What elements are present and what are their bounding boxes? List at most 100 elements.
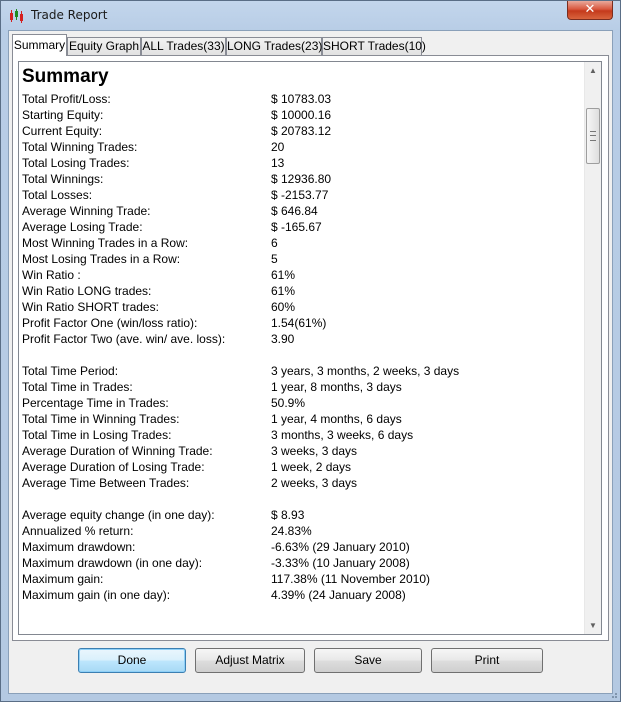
vertical-scrollbar[interactable]: ▲ ▼ (584, 62, 601, 634)
save-button[interactable]: Save (314, 648, 422, 673)
candlestick-chart-icon (10, 9, 23, 23)
summary-label: Win Ratio SHORT trades: (22, 300, 159, 314)
summary-label: Maximum drawdown: (22, 540, 136, 554)
scrollbar-thumb[interactable] (586, 108, 600, 164)
summary-value: $ 12936.80 (271, 172, 332, 186)
summary-row: Total Profit/Loss: $ 10783.03 (22, 91, 582, 107)
summary-row: Most Winning Trades in a Row: 6 (22, 235, 582, 251)
summary-value: 4.39% (24 January 2008) (271, 588, 406, 602)
summary-row: Annualized % return: 24.83% (22, 523, 582, 539)
summary-value: $ 20783.12 (271, 124, 332, 138)
summary-label: Win Ratio LONG trades: (22, 284, 152, 298)
summary-value: 5 (271, 252, 278, 266)
done-button[interactable]: Done (78, 648, 186, 673)
summary-value: -3.33% (10 January 2008) (271, 556, 410, 570)
summary-section-performance: Total Profit/Loss: $ 10783.03 Starting Equ… (22, 91, 582, 347)
summary-row: Current Equity: $ 20783.12 (22, 123, 582, 139)
summary-label: Total Losses: (22, 188, 93, 202)
summary-row: Win Ratio SHORT trades: 60% (22, 299, 582, 315)
summary-row: Average Winning Trade: $ 646.84 (22, 203, 582, 219)
summary-row: Percentage Time in Trades: 50.9% (22, 395, 582, 411)
summary-label: Average equity change (in one day): (22, 508, 215, 522)
summary-value: 3 weeks, 3 days (271, 444, 358, 458)
adjust-matrix-button[interactable]: Adjust Matrix (195, 648, 305, 673)
summary-value: 3 years, 3 months, 2 weeks, 3 days (271, 364, 460, 378)
summary-section-returns: Average equity change (in one day): $ 8.9… (22, 507, 582, 603)
summary-value: -6.63% (29 January 2010) (271, 540, 410, 554)
summary-value: $ -165.67 (271, 220, 322, 234)
summary-label: Total Time in Trades: (22, 380, 133, 394)
summary-row: Total Losing Trades: 13 (22, 155, 582, 171)
summary-value: 61% (271, 268, 296, 282)
summary-row: Maximum gain (in one day): 4.39% (24 Janu… (22, 587, 582, 603)
summary-label: Total Profit/Loss: (22, 92, 111, 106)
print-button[interactable]: Print (431, 648, 543, 673)
summary-label: Maximum drawdown (in one day): (22, 556, 203, 570)
summary-label: Average Winning Trade: (22, 204, 151, 218)
summary-row: Total Time Period: 3 years, 3 months, 2 w… (22, 363, 582, 379)
summary-scroll-area[interactable]: Summary Total Profit/Loss: $ 10783.03 Star… (18, 61, 602, 635)
summary-row: Total Time in Trades: 1 year, 8 months, 3… (22, 379, 582, 395)
summary-row: Total Losses: $ -2153.77 (22, 187, 582, 203)
summary-row: Total Time in Winning Trades: 1 year, 4 m… (22, 411, 582, 427)
summary-row: Average Time Between Trades: 2 weeks, 3 d… (22, 475, 582, 491)
trade-report-window: Trade Report ✕ Summary Equity Graph ALL … (0, 0, 621, 702)
summary-label: Maximum gain: (22, 572, 104, 586)
summary-label: Average Time Between Trades: (22, 476, 190, 490)
summary-label: Profit Factor Two (ave. win/ ave. loss): (22, 332, 226, 346)
summary-label: Percentage Time in Trades: (22, 396, 169, 410)
summary-row: Win Ratio LONG trades: 61% (22, 283, 582, 299)
summary-value: 1.54(61%) (271, 316, 327, 330)
summary-value: 1 year, 8 months, 3 days (271, 380, 402, 394)
summary-label: Most Winning Trades in a Row: (22, 236, 189, 250)
summary-label: Total Losing Trades: (22, 156, 130, 170)
tab-all-trades[interactable]: ALL Trades(33) (141, 37, 226, 55)
summary-value: 1 week, 2 days (271, 460, 352, 474)
summary-label: Total Time Period: (22, 364, 119, 378)
summary-panel: Summary Total Profit/Loss: $ 10783.03 Star… (12, 55, 609, 641)
summary-row: Average Duration of Winning Trade: 3 week… (22, 443, 582, 459)
scroll-down-icon[interactable]: ▼ (585, 617, 601, 634)
summary-value: 1 year, 4 months, 6 days (271, 412, 402, 426)
tab-equity-graph[interactable]: Equity Graph (67, 37, 141, 55)
summary-label: Total Time in Winning Trades: (22, 412, 180, 426)
summary-value: 117.38% (11 November 2010) (271, 572, 430, 586)
summary-value: 3.90 (271, 332, 295, 346)
summary-section-time: Total Time Period: 3 years, 3 months, 2 w… (22, 363, 582, 491)
summary-label: Total Winning Trades: (22, 140, 138, 154)
summary-row: Total Winnings: $ 12936.80 (22, 171, 582, 187)
summary-label: Annualized % return: (22, 524, 134, 538)
summary-row: Maximum drawdown: -6.63% (29 January 2010… (22, 539, 582, 555)
summary-label: Total Time in Losing Trades: (22, 428, 172, 442)
summary-label: Maximum gain (in one day): (22, 588, 171, 602)
summary-row: Maximum gain: 117.38% (11 November 2010) (22, 571, 582, 587)
summary-value: $ 10000.16 (271, 108, 332, 122)
tab-summary[interactable]: Summary (12, 34, 67, 56)
close-button[interactable]: ✕ (567, 1, 613, 20)
summary-row: Total Winning Trades: 20 (22, 139, 582, 155)
title-bar[interactable]: Trade Report ✕ (1, 1, 620, 29)
summary-row: Maximum drawdown (in one day): -3.33% (10… (22, 555, 582, 571)
summary-label: Most Losing Trades in a Row: (22, 252, 181, 266)
summary-value: 3 months, 3 weeks, 6 days (271, 428, 414, 442)
tab-long-trades[interactable]: LONG Trades(23) (226, 37, 322, 55)
summary-row: Average equity change (in one day): $ 8.9… (22, 507, 582, 523)
summary-value: 60% (271, 300, 296, 314)
summary-row: Starting Equity: $ 10000.16 (22, 107, 582, 123)
summary-label: Average Duration of Winning Trade: (22, 444, 213, 458)
tab-short-trades[interactable]: SHORT Trades(10) (322, 37, 426, 55)
summary-row: Total Time in Losing Trades: 3 months, 3 … (22, 427, 582, 443)
window-title: Trade Report (31, 8, 108, 22)
summary-label: Total Winnings: (22, 172, 104, 186)
summary-value: 20 (271, 140, 285, 154)
summary-value: $ 8.93 (271, 508, 305, 522)
summary-row: Most Losing Trades in a Row: 5 (22, 251, 582, 267)
resize-grip-icon[interactable] (608, 689, 618, 699)
dialog-client-area: Summary Equity Graph ALL Trades(33) LONG… (8, 30, 613, 694)
scroll-up-icon[interactable]: ▲ (585, 62, 601, 79)
summary-value: $ 646.84 (271, 204, 318, 218)
summary-row: Average Losing Trade: $ -165.67 (22, 219, 582, 235)
summary-value: 13 (271, 156, 285, 170)
summary-label: Profit Factor One (win/loss ratio): (22, 316, 198, 330)
summary-value: 61% (271, 284, 296, 298)
